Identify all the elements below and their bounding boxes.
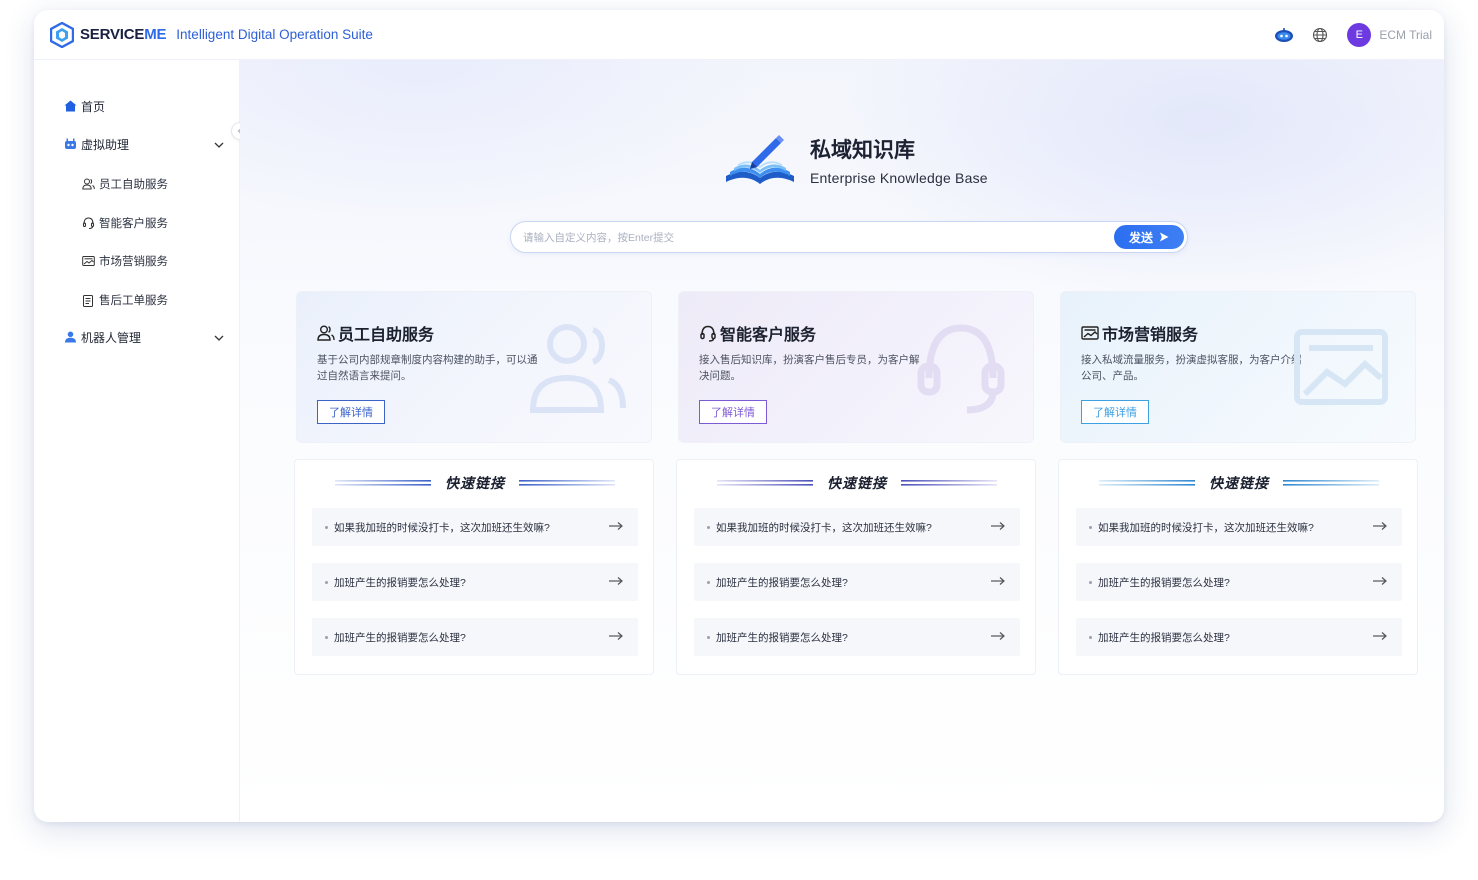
serviceme-logo-icon [50,21,74,48]
robot-icon[interactable] [1273,24,1295,46]
suite-name: Intelligent Digital Operation Suite [176,27,373,42]
dots-decoration-left [335,480,431,486]
panel-title: 快速链接 [445,475,505,491]
arrow-right-icon [991,577,1005,585]
card-title: 市场营销服务 [1081,321,1198,345]
sidebar-item-label: 售后工单服务 [99,295,168,307]
home-icon [63,99,77,113]
card-description: 接入私域流量服务，扮演虚拟客服，为客户介绍公司、产品。 [1081,354,1302,382]
sidebar-item-label: 员工自助服务 [99,179,168,191]
sidebar-item-employee-service[interactable]: 员工自助服务 [34,169,240,199]
quick-link-item[interactable]: 加班产生的报销要怎么处理? [1076,618,1402,656]
users-icon [529,324,626,413]
send-arrow-icon [1160,232,1169,242]
learn-more-button[interactable]: 了解详情 [1081,400,1149,424]
sidebar-item-label: 智能客户服务 [99,218,168,230]
panel-title: 快速链接 [1209,475,1269,491]
card-title: 员工自助服务 [317,321,434,345]
hero: 私域知识库 Enterprise Knowledge Base [724,132,988,188]
robot-head-icon [63,137,77,151]
quick-link-item[interactable]: 加班产生的报销要怎么处理? [694,618,1020,656]
quick-link-item[interactable]: 加班产生的报销要怎么处理? [312,618,638,656]
dots-decoration-right [519,480,615,486]
users-icon [81,177,95,191]
arrow-right-icon [1373,522,1387,530]
quick-link-item[interactable]: 如果我加班的时候没打卡，这次加班还生效嘛? [1076,508,1402,546]
quick-links-panel: 快速链接 如果我加班的时候没打卡，这次加班还生效嘛? 加班产生的报销要怎么处理?… [294,459,654,675]
header-actions: E ECM Trial [1259,10,1432,60]
arrow-right-icon [609,632,623,640]
card-description: 接入售后知识库，扮演客户售后专员，为客户解决问题。 [699,354,920,382]
sidebar-item-robot-management[interactable]: 机器人管理 [34,322,240,352]
arrow-right-icon [991,522,1005,530]
main-content: 私域知识库 Enterprise Knowledge Base 发送 员工自助服… [240,60,1444,822]
headset-icon [917,324,1005,414]
service-card-customer[interactable]: 智能客户服务 接入售后知识库，扮演客户售后专员，为客户解决问题。 了解详情 [678,291,1034,443]
send-button[interactable]: 发送 [1114,225,1184,249]
dots-decoration-left [1099,480,1195,486]
learn-more-button[interactable]: 了解详情 [699,400,767,424]
sidebar-item-marketing-service[interactable]: 市场营销服务 [34,246,240,276]
quick-link-item[interactable]: 加班产生的报销要怎么处理? [1076,563,1402,601]
quick-links-panel: 快速链接 如果我加班的时候没打卡，这次加班还生效嘛? 加班产生的报销要怎么处理?… [1058,459,1418,675]
top-header: SERVICEME Intelligent Digital Operation … [34,10,1444,60]
quick-link-item[interactable]: 加班产生的报销要怎么处理? [312,563,638,601]
card-title: 智能客户服务 [699,321,816,345]
arrow-right-icon [609,577,623,585]
quick-links-panel: 快速链接 如果我加班的时候没打卡，这次加班还生效嘛? 加班产生的报销要怎么处理?… [676,459,1036,675]
panel-header: 快速链接 [677,474,1037,492]
search-bar: 发送 [510,221,1188,253]
chevron-down-icon[interactable] [214,138,224,152]
search-input[interactable] [523,229,1083,247]
page-title: 私域知识库 [810,139,915,162]
user-name[interactable]: ECM Trial [1379,28,1432,42]
arrow-right-icon [609,522,623,530]
sidebar-item-label: 市场营销服务 [99,256,168,268]
arrow-right-icon [1373,632,1387,640]
image-card-icon [1294,329,1388,405]
sidebar-item-home[interactable]: 首页 [34,91,240,121]
sidebar-item-label: 首页 [81,99,106,114]
dots-decoration-right [901,480,997,486]
dots-decoration-left [717,480,813,486]
headset-icon [81,216,95,230]
globe-icon[interactable] [1309,24,1331,46]
clipboard-icon [81,293,95,307]
service-card-employee[interactable]: 员工自助服务 基于公司内部规章制度内容构建的助手，可以通过自然语言来提问。 了解… [296,291,652,443]
quick-link-item[interactable]: 如果我加班的时候没打卡，这次加班还生效嘛? [694,508,1020,546]
service-card-marketing[interactable]: 市场营销服务 接入私域流量服务，扮演虚拟客服，为客户介绍公司、产品。 了解详情 [1060,291,1416,443]
panel-title: 快速链接 [827,475,887,491]
sidebar-item-label: 虚拟助理 [81,137,130,152]
image-card-icon [81,254,95,268]
app-window: SERVICEME Intelligent Digital Operation … [34,10,1444,822]
brand-name: SERVICEME [80,26,167,43]
page-subtitle: Enterprise Knowledge Base [810,170,988,186]
sidebar: 首页 虚拟助理 员工自助服务 智能客户服务 市场营销服务 售后工单服务 机器人管… [34,60,240,822]
learn-more-button[interactable]: 了解详情 [317,400,385,424]
sidebar-item-virtual-assistant[interactable]: 虚拟助理 [34,129,240,159]
image-card-icon [1081,324,1099,342]
panel-header: 快速链接 [295,474,655,492]
sidebar-item-customer-service[interactable]: 智能客户服务 [34,208,240,238]
knowledge-book-icon [726,135,794,184]
headset-icon [699,324,717,342]
sidebar-item-aftersale-service[interactable]: 售后工单服务 [34,285,240,315]
chevron-down-icon[interactable] [214,331,224,345]
card-description: 基于公司内部规章制度内容构建的助手，可以通过自然语言来提问。 [317,354,538,382]
arrow-right-icon [991,632,1005,640]
quick-link-item[interactable]: 如果我加班的时候没打卡，这次加班还生效嘛? [312,508,638,546]
avatar[interactable]: E [1347,23,1372,47]
dots-decoration-right [1283,480,1379,486]
quick-link-item[interactable]: 加班产生的报销要怎么处理? [694,563,1020,601]
sidebar-item-label: 机器人管理 [81,330,142,345]
user-icon [63,330,77,344]
panel-header: 快速链接 [1059,474,1419,492]
brand-logo[interactable]: SERVICEME Intelligent Digital Operation … [50,21,373,48]
users-icon [317,324,335,342]
arrow-right-icon [1373,577,1387,585]
